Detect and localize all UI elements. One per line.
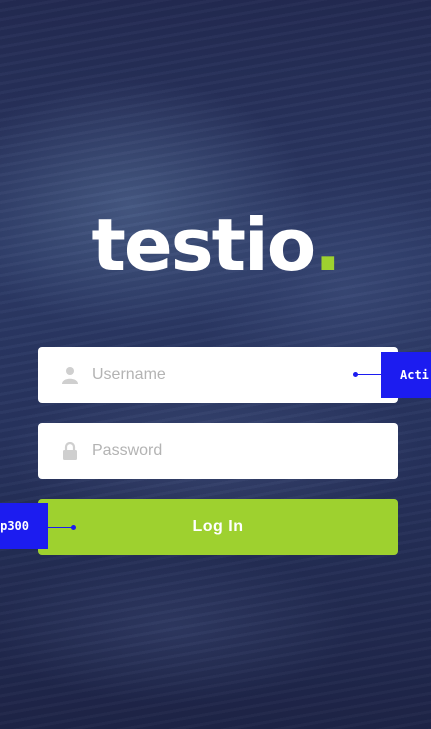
login-button[interactable]: Log In bbox=[38, 499, 398, 555]
annotation-connector-right bbox=[353, 372, 381, 377]
lock-icon bbox=[62, 441, 78, 460]
annotation-tag-left: p300 bbox=[0, 503, 48, 549]
password-field[interactable] bbox=[38, 423, 398, 479]
logo-dot: . bbox=[314, 203, 341, 287]
annotation-pin bbox=[353, 372, 358, 377]
logo-text: testio bbox=[91, 203, 316, 287]
annotation-pin bbox=[71, 525, 76, 530]
password-input[interactable] bbox=[92, 423, 398, 479]
username-field[interactable] bbox=[38, 347, 398, 403]
user-icon bbox=[62, 366, 78, 384]
annotation-tag-right: Acti bbox=[381, 352, 431, 398]
annotation-connector-left bbox=[48, 525, 76, 530]
app-logo: testio. bbox=[0, 200, 431, 290]
